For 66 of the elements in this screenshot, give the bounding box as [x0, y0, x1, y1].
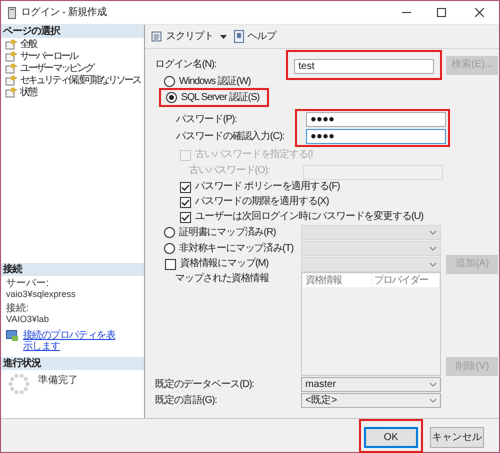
field-label: 古いパスワード(O): — [189, 166, 270, 176]
window-title: ログイン - 新規作成 — [21, 6, 107, 20]
checkbox-label: 資格情報にマップ(M) — [180, 259, 268, 269]
chevron-down-icon — [429, 398, 438, 403]
dropdown[interactable]: master — [301, 377, 442, 392]
connection-label: 接続: — [6, 304, 30, 314]
properties-link[interactable]: 接続のプロパティを表示します — [23, 330, 119, 352]
field-label: ログイン名(N): — [155, 60, 216, 70]
chevron-down-icon — [429, 262, 438, 266]
server-label: サーバー: — [6, 279, 50, 289]
page-item[interactable]: セキュリティ保護可能なリソース — [5, 75, 144, 87]
text-field[interactable]: test — [294, 59, 434, 74]
book-icon — [234, 30, 244, 43]
section-header: ページの選択 — [1, 25, 144, 38]
radio-label: 証明書にマップ済み(R) — [179, 228, 276, 238]
server-name: vaio3¥sqlexpress — [6, 289, 77, 299]
radio-button[interactable] — [164, 227, 175, 238]
radio-button[interactable] — [164, 76, 175, 87]
page-icon — [5, 63, 17, 74]
password-field[interactable]: ●●●● — [306, 129, 446, 144]
radio-label: SQL Server 認証(S) — [181, 92, 260, 102]
radio-button[interactable] — [164, 243, 175, 254]
field-label: パスワード(P): — [176, 114, 237, 124]
caret-icon — [220, 34, 226, 38]
spinner-icon — [8, 373, 30, 395]
column-header[interactable]: プロバイダー — [372, 274, 440, 287]
field-label: 既定の言語(G): — [155, 396, 217, 406]
radio-label: Windows 認証(W) — [179, 76, 251, 86]
page-item[interactable]: サーバー ロール — [5, 51, 144, 63]
section-header: 接続 — [1, 263, 144, 276]
connection-name: VAIO3¥lab — [6, 314, 50, 324]
dialog-button[interactable]: キャンセル — [430, 426, 484, 448]
help-button[interactable]: ヘルプ — [234, 29, 276, 44]
properties-icon — [6, 330, 19, 342]
checkbox-label: ユーザーは次回ログイン時にパスワードを変更する(U) — [195, 212, 424, 222]
dropdown[interactable]: <既定> — [301, 393, 442, 408]
field-label: パスワードの確認入力(C): — [176, 132, 284, 142]
list-label: マップされた資格情報 — [175, 274, 270, 286]
chevron-down-icon — [429, 230, 438, 235]
checkbox-label: パスワードの期限を適用する(X) — [195, 197, 329, 207]
scroll-icon — [150, 30, 163, 43]
page-item[interactable]: 全般 — [5, 39, 144, 51]
page-item[interactable]: 状態 — [5, 87, 144, 99]
page-icon — [5, 51, 17, 62]
field-label: 既定のデータベース(D): — [155, 380, 254, 390]
checkbox[interactable] — [165, 258, 176, 270]
checkbox[interactable] — [180, 212, 191, 222]
dialog-button[interactable]: OK — [364, 426, 418, 448]
chevron-down-icon — [429, 382, 438, 387]
section-header: 進行状況 — [1, 357, 144, 370]
page-item[interactable]: ユーザー マッピング — [5, 63, 144, 75]
radio-label: 非対称キーにマップ済み(T) — [179, 244, 294, 254]
checkbox[interactable] — [180, 196, 191, 208]
chevron-down-icon — [429, 246, 438, 251]
script-button[interactable]: スクリプト — [150, 29, 226, 44]
page-icon — [5, 39, 17, 50]
checkbox-label: パスワード ポリシーを適用する(F) — [195, 182, 340, 192]
page-icon — [5, 75, 17, 86]
radio-button[interactable] — [166, 92, 177, 103]
progress-status: 準備完了 — [38, 374, 78, 388]
page-icon — [5, 87, 17, 98]
password-field[interactable]: ●●●● — [306, 112, 446, 127]
checkbox[interactable] — [180, 182, 191, 192]
window-icon — [8, 6, 16, 18]
column-header[interactable]: 資格情報 — [303, 274, 371, 287]
checkbox-label: 古いパスワードを指定する(I — [195, 150, 313, 160]
